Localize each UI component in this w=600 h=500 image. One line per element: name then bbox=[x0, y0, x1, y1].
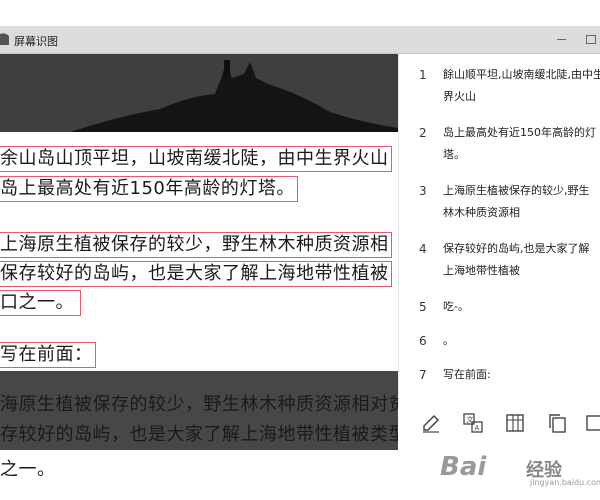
result-number: 1 bbox=[419, 68, 427, 82]
island-photo-top bbox=[0, 54, 398, 132]
ocr-result-list: 1 餘山顺平坦,山坡南缓北陡,由中生 界火山 2 岛上最高处有近150年高龄的灯塔… bbox=[398, 54, 600, 450]
faded-line-2: 存较好的岛屿，也是大家了解上海地带性植被类型 bbox=[0, 424, 398, 445]
result-text: 保存较好的岛屿,也是大家了解 上海地带性植被 bbox=[443, 242, 590, 277]
result-text: 写在前面: bbox=[443, 368, 491, 381]
result-number: 6 bbox=[419, 334, 427, 348]
ocr-line-6[interactable]: 写在前面： bbox=[0, 342, 96, 368]
ocr-line-1[interactable]: 余山岛山顶平坦，山坡南缓北陡，由中生界火山 bbox=[0, 146, 392, 172]
ocr-line-4[interactable]: 保存较好的岛屿，也是大家了解上海地带性植被 bbox=[0, 261, 392, 287]
svg-text:文: 文 bbox=[467, 415, 474, 424]
result-text: 吃-。 bbox=[443, 300, 469, 313]
copy-icon[interactable] bbox=[546, 412, 568, 434]
baidu-watermark: Bai 经验 jingyan.baidu.com bbox=[440, 452, 600, 492]
result-number: 4 bbox=[419, 242, 427, 256]
baidu-logo-text: Bai bbox=[440, 452, 487, 482]
result-text: 。 bbox=[443, 334, 454, 347]
title-bar[interactable]: 屏幕识图 bbox=[0, 26, 600, 54]
desktop-area bbox=[0, 0, 600, 26]
faded-line-1: 海原生植被保存的较少，野生林木种质资源相对贫 bbox=[0, 394, 398, 415]
ocr-line-5[interactable]: 口之一。 bbox=[0, 290, 81, 316]
ocr-line-2[interactable]: 岛上最高处有近150年高龄的灯塔。 bbox=[0, 176, 298, 202]
export-icon[interactable] bbox=[584, 412, 600, 434]
result-number: 3 bbox=[419, 184, 427, 198]
screen-ocr-window: 屏幕识图 余山岛山顶平坦，山坡南缓北陡，由中生界火山 岛上最高处有近150年高龄… bbox=[0, 26, 600, 450]
ocr-line-3[interactable]: 上海原生植被保存的较少，野生林木种质资源相 bbox=[0, 232, 392, 258]
result-number: 7 bbox=[419, 368, 427, 382]
maximize-button[interactable] bbox=[583, 32, 597, 46]
table-icon[interactable] bbox=[504, 412, 526, 434]
result-text: 岛上最高处有近150年高龄的灯 塔。 bbox=[443, 126, 596, 161]
island-photo-bottom: 海原生植被保存的较少，野生林木种质资源相对贫 存较好的岛屿，也是大家了解上海地带… bbox=[0, 371, 398, 450]
minimize-button[interactable] bbox=[555, 32, 569, 46]
edit-icon[interactable] bbox=[420, 412, 442, 434]
result-number: 5 bbox=[419, 300, 427, 314]
result-toolbar: 文A bbox=[398, 406, 600, 450]
result-text: 上海原生植被保存的较少,野生 林木种质资源相 bbox=[443, 184, 590, 219]
island-silhouette bbox=[0, 54, 398, 132]
source-image-panel: 余山岛山顶平坦，山坡南缓北陡，由中生界火山 岛上最高处有近150年高龄的灯塔。 … bbox=[0, 54, 398, 450]
faded-line-3: 之一。 bbox=[0, 459, 56, 480]
svg-text:A: A bbox=[475, 424, 480, 432]
screen: 屏幕识图 余山岛山顶平坦，山坡南缓北陡，由中生界火山 岛上最高处有近150年高龄… bbox=[0, 0, 600, 500]
app-logo-icon bbox=[0, 33, 9, 45]
result-number: 2 bbox=[419, 126, 427, 140]
result-text: 餘山顺平坦,山坡南缓北陡,由中生 界火山 bbox=[443, 68, 600, 103]
translate-icon[interactable]: 文A bbox=[462, 412, 484, 434]
watermark-domain: jingyan.baidu.com bbox=[530, 478, 600, 487]
window-title: 屏幕识图 bbox=[14, 35, 58, 48]
